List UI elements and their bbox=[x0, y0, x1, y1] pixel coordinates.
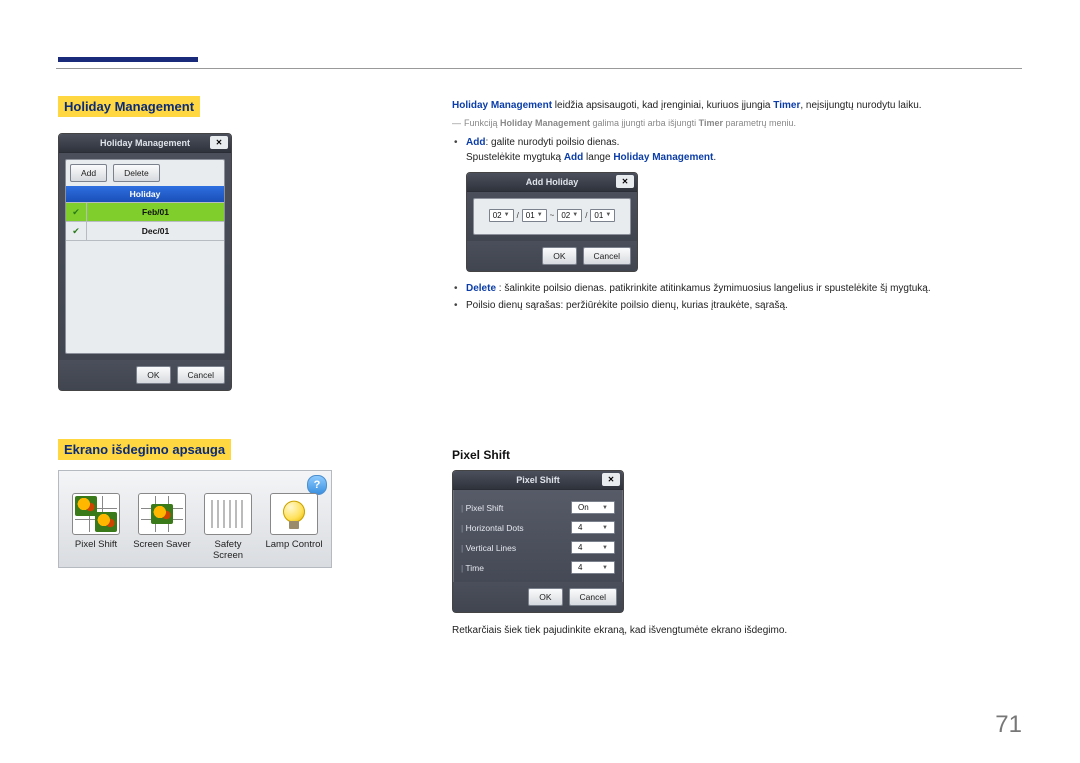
lamp-control-icon bbox=[270, 493, 318, 535]
intro-text: Holiday Management leidžia apsisaugoti, … bbox=[452, 98, 1012, 114]
item-label: Screen Saver bbox=[133, 539, 191, 550]
bullet-delete: Delete : šalinkite poilsio dienas. patik… bbox=[466, 280, 1012, 297]
separator: / bbox=[517, 211, 519, 220]
bullet-add: Add: galite nurodyti poilsio dienas. Spu… bbox=[466, 134, 1012, 166]
safety-screen-item[interactable]: Safety Screen bbox=[199, 493, 257, 561]
screen-saver-item[interactable]: Screen Saver bbox=[133, 493, 191, 561]
footnote: ―Funkciją Holiday Management galima įjun… bbox=[452, 118, 1012, 128]
checkbox-icon[interactable]: ✔ bbox=[66, 203, 87, 221]
burn-protection-panel: ? Pixel Shift Screen Saver bbox=[58, 470, 332, 568]
setting-row: Horizontal Dots 4▼ bbox=[461, 518, 615, 538]
section-title-holiday: Holiday Management bbox=[58, 96, 200, 117]
section-title-burn: Ekrano išdegimo apsauga bbox=[58, 439, 231, 460]
close-icon[interactable]: ✕ bbox=[210, 136, 228, 149]
help-icon[interactable]: ? bbox=[307, 475, 327, 495]
bullet-list: Poilsio dienų sąrašas: peržiūrėkite poil… bbox=[466, 297, 1012, 314]
cancel-button[interactable]: Cancel bbox=[177, 366, 225, 384]
setting-label: Pixel Shift bbox=[461, 503, 503, 513]
cell-value: Feb/01 bbox=[87, 207, 224, 217]
month-to-select[interactable]: 02▼ bbox=[557, 209, 582, 222]
setting-label: Horizontal Dots bbox=[461, 523, 524, 533]
window-title: Add Holiday bbox=[526, 177, 579, 187]
close-icon[interactable]: ✕ bbox=[602, 473, 620, 486]
range-separator: ~ bbox=[550, 211, 555, 220]
pixel-shift-icon bbox=[72, 493, 120, 535]
pixel-shift-title: Pixel Shift bbox=[452, 448, 1012, 462]
month-from-select[interactable]: 02▼ bbox=[489, 209, 514, 222]
pixel-shift-caption: Retkarčiais šiek tiek pajudinkite ekraną… bbox=[452, 623, 1012, 639]
header-accent-bar bbox=[58, 57, 198, 62]
item-label: Safety Screen bbox=[199, 539, 257, 561]
setting-label: Vertical Lines bbox=[461, 543, 516, 553]
header-rule bbox=[56, 68, 1022, 69]
ok-button[interactable]: OK bbox=[528, 588, 562, 606]
ok-button[interactable]: OK bbox=[136, 366, 170, 384]
pixel-shift-window: Pixel Shift ✕ Pixel Shift On▼ Horizontal… bbox=[452, 470, 624, 613]
setting-select[interactable]: 4▼ bbox=[571, 521, 615, 534]
table-header: Holiday bbox=[66, 186, 224, 202]
separator: / bbox=[585, 211, 587, 220]
table-row[interactable]: ✔ Feb/01 bbox=[66, 202, 224, 221]
setting-row: Vertical Lines 4▼ bbox=[461, 538, 615, 558]
cancel-button[interactable]: Cancel bbox=[569, 588, 617, 606]
cell-value: Dec/01 bbox=[87, 226, 224, 236]
setting-select[interactable]: On▼ bbox=[571, 501, 615, 514]
setting-row: Pixel Shift On▼ bbox=[461, 498, 615, 518]
day-from-select[interactable]: 01▼ bbox=[522, 209, 547, 222]
lamp-control-item[interactable]: Lamp Control bbox=[265, 493, 323, 561]
safety-screen-icon bbox=[204, 493, 252, 535]
holiday-management-window: Holiday Management ✕ Add Delete Holiday … bbox=[58, 133, 232, 391]
window-title: Pixel Shift bbox=[516, 475, 560, 485]
setting-select[interactable]: 4▼ bbox=[571, 561, 615, 574]
checkbox-icon[interactable]: ✔ bbox=[66, 222, 87, 240]
item-label: Lamp Control bbox=[265, 539, 323, 550]
add-holiday-window: Add Holiday ✕ 02▼ / 01▼ ~ 02▼ / 01▼ bbox=[466, 172, 638, 272]
ok-button[interactable]: OK bbox=[542, 247, 576, 265]
item-label: Pixel Shift bbox=[67, 539, 125, 550]
page-number: 71 bbox=[995, 711, 1022, 739]
delete-button[interactable]: Delete bbox=[113, 164, 160, 182]
table-row[interactable]: ✔ Dec/01 bbox=[66, 221, 224, 240]
window-title: Holiday Management bbox=[100, 138, 190, 148]
add-button[interactable]: Add bbox=[70, 164, 107, 182]
setting-row: Time 4▼ bbox=[461, 558, 615, 578]
setting-select[interactable]: 4▼ bbox=[571, 541, 615, 554]
close-icon[interactable]: ✕ bbox=[616, 175, 634, 188]
day-to-select[interactable]: 01▼ bbox=[590, 209, 615, 222]
screen-saver-icon bbox=[138, 493, 186, 535]
cancel-button[interactable]: Cancel bbox=[583, 247, 631, 265]
setting-label: Time bbox=[461, 563, 484, 573]
pixel-shift-item[interactable]: Pixel Shift bbox=[67, 493, 125, 561]
